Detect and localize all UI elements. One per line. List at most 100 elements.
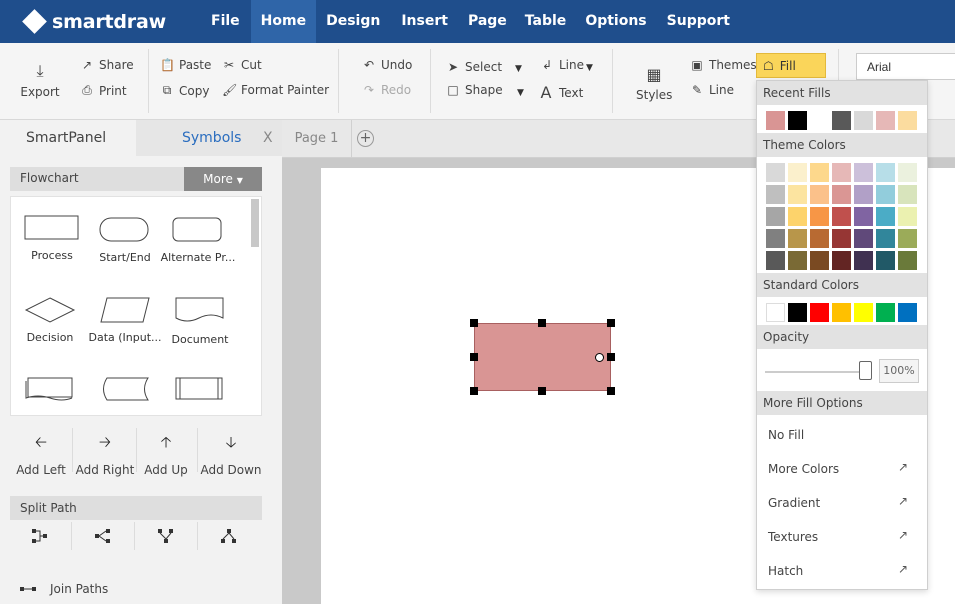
menu-insert[interactable]: Insert <box>390 0 459 43</box>
theme-color-swatch[interactable] <box>876 163 895 182</box>
recent-fill-swatch[interactable] <box>788 111 807 130</box>
theme-color-swatch[interactable] <box>810 251 829 270</box>
shape-library-scrollbar[interactable] <box>251 199 259 247</box>
external-link-icon[interactable]: ↗ <box>898 528 908 542</box>
theme-color-swatch[interactable] <box>810 163 829 182</box>
theme-color-swatch[interactable] <box>810 229 829 248</box>
themes-button[interactable]: ▣ Themes <box>690 58 756 72</box>
standard-color-swatch[interactable] <box>832 303 851 322</box>
theme-color-swatch[interactable] <box>766 207 785 226</box>
standard-color-swatch[interactable] <box>876 303 895 322</box>
add-page-button[interactable]: + <box>357 130 374 147</box>
theme-color-swatch[interactable] <box>788 251 807 270</box>
opacity-slider-thumb[interactable] <box>859 361 872 380</box>
undo-button[interactable]: ↶ Undo <box>362 58 412 72</box>
line-style-button[interactable]: ✎ Line <box>690 83 734 97</box>
theme-color-swatch[interactable] <box>810 185 829 204</box>
menu-page[interactable]: Page <box>459 0 516 43</box>
theme-color-swatch[interactable] <box>876 185 895 204</box>
resize-handle-top-left[interactable] <box>470 319 478 327</box>
theme-color-swatch[interactable] <box>854 207 873 226</box>
theme-color-swatch[interactable] <box>898 207 917 226</box>
theme-color-swatch[interactable] <box>876 251 895 270</box>
opacity-value-field[interactable]: 100% <box>879 359 919 383</box>
join-paths-button[interactable]: Join Paths <box>20 582 108 596</box>
shape-tool-button[interactable]: □ Shape <box>446 83 502 97</box>
more-colors-option[interactable]: More Colors <box>768 462 839 476</box>
export-button[interactable]: ⤓ Export <box>20 61 60 99</box>
tab-symbols[interactable]: Symbols <box>182 120 241 156</box>
resize-handle-left[interactable] <box>470 353 478 361</box>
theme-color-swatch[interactable] <box>854 229 873 248</box>
external-link-icon[interactable]: ↗ <box>898 494 908 508</box>
theme-color-swatch[interactable] <box>832 185 851 204</box>
menu-table[interactable]: Table <box>516 0 576 43</box>
theme-color-swatch[interactable] <box>854 185 873 204</box>
menu-support[interactable]: Support <box>657 0 740 43</box>
theme-color-swatch[interactable] <box>766 163 785 182</box>
shape-delay[interactable] <box>86 377 164 409</box>
shape-predefined-process[interactable] <box>161 377 239 409</box>
recent-fill-swatch[interactable] <box>876 111 895 130</box>
recent-fill-swatch[interactable] <box>810 111 829 130</box>
theme-color-swatch[interactable] <box>898 163 917 182</box>
theme-color-swatch[interactable] <box>766 229 785 248</box>
text-tool-button[interactable]: A Text <box>538 83 584 102</box>
fill-button[interactable]: ☖ Fill <box>756 53 826 78</box>
connector-handle[interactable] <box>595 353 604 362</box>
theme-color-swatch[interactable] <box>832 229 851 248</box>
theme-color-swatch[interactable] <box>788 185 807 204</box>
split-right-button[interactable] <box>73 528 133 547</box>
resize-handle-bottom[interactable] <box>538 387 546 395</box>
menu-home[interactable]: Home <box>250 0 317 43</box>
standard-color-swatch[interactable] <box>898 303 917 322</box>
standard-color-swatch[interactable] <box>854 303 873 322</box>
recent-fill-swatch[interactable] <box>766 111 785 130</box>
theme-color-swatch[interactable] <box>788 163 807 182</box>
textures-option[interactable]: Textures <box>768 530 818 544</box>
recent-fill-swatch[interactable] <box>898 111 917 130</box>
standard-color-swatch[interactable] <box>788 303 807 322</box>
theme-color-swatch[interactable] <box>832 251 851 270</box>
shape-stored-data[interactable] <box>11 377 89 409</box>
cut-button[interactable]: ✂ Cut <box>222 58 262 72</box>
resize-handle-bottom-left[interactable] <box>470 387 478 395</box>
theme-color-swatch[interactable] <box>876 207 895 226</box>
add-left-button[interactable]: 🡠 Add Left <box>10 432 72 477</box>
shape-document[interactable]: Document <box>161 297 239 346</box>
external-link-icon[interactable]: ↗ <box>898 562 908 576</box>
shape-data-input[interactable]: Data (Input... <box>86 297 164 344</box>
print-button[interactable]: ⎙ Print <box>80 83 126 98</box>
shape-decision[interactable]: Decision <box>11 297 89 344</box>
theme-color-swatch[interactable] <box>766 185 785 204</box>
theme-color-swatch[interactable] <box>876 229 895 248</box>
standard-color-swatch[interactable] <box>810 303 829 322</box>
gradient-option[interactable]: Gradient <box>768 496 820 510</box>
recent-fill-swatch[interactable] <box>832 111 851 130</box>
paste-button[interactable]: 📋 Paste <box>160 58 211 72</box>
add-down-button[interactable]: 🡣 Add Down <box>200 432 262 477</box>
theme-color-swatch[interactable] <box>898 229 917 248</box>
split-down-button[interactable] <box>199 528 259 547</box>
tab-smartpanel[interactable]: SmartPanel <box>0 120 136 156</box>
theme-color-swatch[interactable] <box>898 251 917 270</box>
smartdraw-logo[interactable]: smartdraw <box>22 8 200 34</box>
shape-alternate-process[interactable]: Alternate Pr... <box>159 217 237 264</box>
theme-color-swatch[interactable] <box>788 207 807 226</box>
theme-color-swatch[interactable] <box>832 163 851 182</box>
theme-color-swatch[interactable] <box>766 251 785 270</box>
add-up-button[interactable]: 🡡 Add Up <box>135 432 197 477</box>
share-button[interactable]: ↗ Share <box>80 58 134 72</box>
standard-color-swatch[interactable] <box>766 303 785 322</box>
menu-file[interactable]: File <box>200 0 251 43</box>
styles-button[interactable]: ▦ Styles <box>636 65 672 102</box>
shape-process[interactable]: Process <box>13 215 91 262</box>
select-dropdown-caret-icon[interactable]: ▼ <box>515 64 522 74</box>
tab-page-1[interactable]: Page 1 <box>282 120 352 157</box>
line-dropdown-caret-icon[interactable]: ▼ <box>586 63 593 73</box>
shape-start-end[interactable]: Start/End <box>86 217 164 264</box>
opacity-slider-track[interactable] <box>765 371 869 373</box>
resize-handle-bottom-right[interactable] <box>607 387 615 395</box>
theme-color-swatch[interactable] <box>810 207 829 226</box>
copy-button[interactable]: ⧉ Copy <box>160 83 210 98</box>
